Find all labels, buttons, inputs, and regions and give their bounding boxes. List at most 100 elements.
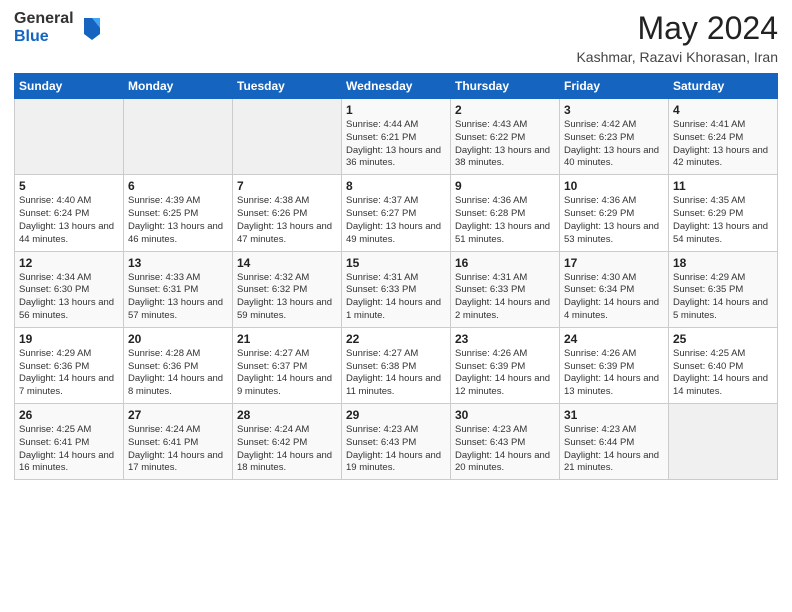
calendar-cell: 23 Sunrise: 4:26 AM Sunset: 6:39 PM Dayli… — [451, 327, 560, 403]
calendar-cell: 20 Sunrise: 4:28 AM Sunset: 6:36 PM Dayli… — [124, 327, 233, 403]
day-info: Sunrise: 4:31 AM Sunset: 6:33 PM Dayligh… — [346, 272, 446, 323]
day-info: Sunrise: 4:43 AM Sunset: 6:22 PM Dayligh… — [455, 119, 555, 170]
calendar-cell: 26Sunrise: 4:25 AM Sunset: 6:41 PM Dayli… — [15, 404, 124, 480]
day-number: 4 — [673, 103, 773, 117]
day-info: Sunrise: 4:44 AM Sunset: 6:21 PM Dayligh… — [346, 119, 446, 170]
day-number: 24 — [564, 332, 664, 346]
day-number: 21 — [237, 332, 337, 346]
day-info: Sunrise: 4:32 AM Sunset: 6:32 PM Dayligh… — [237, 272, 337, 323]
day-info: Sunrise: 4:35 AM Sunset: 6:29 PM Dayligh… — [673, 195, 773, 246]
day-number: 31 — [564, 408, 664, 422]
day-number: 27 — [128, 408, 228, 422]
logo-general: General — [14, 10, 74, 28]
day-info: Sunrise: 4:29 AM Sunset: 6:36 PM Dayligh… — [19, 348, 119, 399]
calendar-cell: 31 Sunrise: 4:23 AM Sunset: 6:44 PM Dayli… — [560, 404, 669, 480]
day-number: 15 — [346, 256, 446, 270]
calendar-cell: 5 Sunrise: 4:40 AM Sunset: 6:24 PM Daylig… — [15, 175, 124, 251]
calendar-cell: 14Sunrise: 4:32 AM Sunset: 6:32 PM Dayli… — [233, 251, 342, 327]
day-info: Sunrise: 4:28 AM Sunset: 6:36 PM Dayligh… — [128, 348, 228, 399]
calendar-cell: 25 Sunrise: 4:25 AM Sunset: 6:40 PM Dayli… — [669, 327, 778, 403]
day-number: 19 — [19, 332, 119, 346]
day-info: Sunrise: 4:31 AM Sunset: 6:33 PM Dayligh… — [455, 272, 555, 323]
day-header: Sunday — [15, 74, 124, 99]
day-number: 8 — [346, 179, 446, 193]
title-section: May 2024 Kashmar, Razavi Khorasan, Iran — [576, 10, 778, 65]
day-info: Sunrise: 4:25 AM Sunset: 6:41 PM Dayligh… — [19, 424, 119, 475]
day-number: 6 — [128, 179, 228, 193]
day-info: Sunrise: 4:41 AM Sunset: 6:24 PM Dayligh… — [673, 119, 773, 170]
day-number: 1 — [346, 103, 446, 117]
day-number: 10 — [564, 179, 664, 193]
day-info: Sunrise: 4:29 AM Sunset: 6:35 PM Dayligh… — [673, 272, 773, 323]
header: General Blue May 2024 Kashmar, Razavi Kh… — [14, 10, 778, 65]
day-info: Sunrise: 4:26 AM Sunset: 6:39 PM Dayligh… — [564, 348, 664, 399]
day-info: Sunrise: 4:23 AM Sunset: 6:43 PM Dayligh… — [455, 424, 555, 475]
calendar-cell: 3 Sunrise: 4:42 AM Sunset: 6:23 PM Daylig… — [560, 99, 669, 175]
calendar-cell: 16 Sunrise: 4:31 AM Sunset: 6:33 PM Dayli… — [451, 251, 560, 327]
calendar-cell: 9 Sunrise: 4:36 AM Sunset: 6:28 PM Daylig… — [451, 175, 560, 251]
day-info: Sunrise: 4:25 AM Sunset: 6:40 PM Dayligh… — [673, 348, 773, 399]
calendar-cell: 6 Sunrise: 4:39 AM Sunset: 6:25 PM Daylig… — [124, 175, 233, 251]
day-info: Sunrise: 4:26 AM Sunset: 6:39 PM Dayligh… — [455, 348, 555, 399]
day-info: Sunrise: 4:27 AM Sunset: 6:37 PM Dayligh… — [237, 348, 337, 399]
day-header: Saturday — [669, 74, 778, 99]
day-number: 5 — [19, 179, 119, 193]
logo-text: General Blue — [14, 10, 74, 45]
calendar-cell: 11 Sunrise: 4:35 AM Sunset: 6:29 PM Dayli… — [669, 175, 778, 251]
day-info: Sunrise: 4:38 AM Sunset: 6:26 PM Dayligh… — [237, 195, 337, 246]
calendar-cell: 19 Sunrise: 4:29 AM Sunset: 6:36 PM Dayli… — [15, 327, 124, 403]
calendar-cell: 17 Sunrise: 4:30 AM Sunset: 6:34 PM Dayli… — [560, 251, 669, 327]
calendar-cell: 4 Sunrise: 4:41 AM Sunset: 6:24 PM Daylig… — [669, 99, 778, 175]
day-header: Thursday — [451, 74, 560, 99]
day-header: Tuesday — [233, 74, 342, 99]
logo: General Blue — [14, 10, 104, 45]
logo-icon — [80, 14, 104, 42]
day-info: Sunrise: 4:30 AM Sunset: 6:34 PM Dayligh… — [564, 272, 664, 323]
calendar-cell: 12Sunrise: 4:34 AM Sunset: 6:30 PM Dayli… — [15, 251, 124, 327]
day-info: Sunrise: 4:34 AM Sunset: 6:30 PM Dayligh… — [19, 272, 119, 323]
day-header: Monday — [124, 74, 233, 99]
day-info: Sunrise: 4:24 AM Sunset: 6:42 PM Dayligh… — [237, 424, 337, 475]
day-number: 29 — [346, 408, 446, 422]
calendar-cell: 13 Sunrise: 4:33 AM Sunset: 6:31 PM Dayli… — [124, 251, 233, 327]
calendar-cell: 29 Sunrise: 4:23 AM Sunset: 6:43 PM Dayli… — [342, 404, 451, 480]
location: Kashmar, Razavi Khorasan, Iran — [576, 49, 778, 65]
day-header: Friday — [560, 74, 669, 99]
day-info: Sunrise: 4:33 AM Sunset: 6:31 PM Dayligh… — [128, 272, 228, 323]
day-number: 16 — [455, 256, 555, 270]
day-number: 22 — [346, 332, 446, 346]
day-info: Sunrise: 4:40 AM Sunset: 6:24 PM Dayligh… — [19, 195, 119, 246]
calendar-cell: 10 Sunrise: 4:36 AM Sunset: 6:29 PM Dayli… — [560, 175, 669, 251]
calendar-cell: 1 Sunrise: 4:44 AM Sunset: 6:21 PM Daylig… — [342, 99, 451, 175]
calendar-cell — [124, 99, 233, 175]
day-number: 13 — [128, 256, 228, 270]
calendar-cell — [233, 99, 342, 175]
day-info: Sunrise: 4:42 AM Sunset: 6:23 PM Dayligh… — [564, 119, 664, 170]
calendar-cell: 28Sunrise: 4:24 AM Sunset: 6:42 PM Dayli… — [233, 404, 342, 480]
day-info: Sunrise: 4:36 AM Sunset: 6:29 PM Dayligh… — [564, 195, 664, 246]
month-year: May 2024 — [576, 10, 778, 47]
day-info: Sunrise: 4:37 AM Sunset: 6:27 PM Dayligh… — [346, 195, 446, 246]
day-number: 2 — [455, 103, 555, 117]
day-info: Sunrise: 4:23 AM Sunset: 6:43 PM Dayligh… — [346, 424, 446, 475]
day-info: Sunrise: 4:23 AM Sunset: 6:44 PM Dayligh… — [564, 424, 664, 475]
day-number: 20 — [128, 332, 228, 346]
day-number: 9 — [455, 179, 555, 193]
day-number: 11 — [673, 179, 773, 193]
day-number: 7 — [237, 179, 337, 193]
day-number: 23 — [455, 332, 555, 346]
day-number: 18 — [673, 256, 773, 270]
page: General Blue May 2024 Kashmar, Razavi Kh… — [0, 0, 792, 612]
day-info: Sunrise: 4:39 AM Sunset: 6:25 PM Dayligh… — [128, 195, 228, 246]
calendar-cell: 27 Sunrise: 4:24 AM Sunset: 6:41 PM Dayli… — [124, 404, 233, 480]
day-info: Sunrise: 4:36 AM Sunset: 6:28 PM Dayligh… — [455, 195, 555, 246]
day-info: Sunrise: 4:24 AM Sunset: 6:41 PM Dayligh… — [128, 424, 228, 475]
day-number: 30 — [455, 408, 555, 422]
day-number: 3 — [564, 103, 664, 117]
day-info: Sunrise: 4:27 AM Sunset: 6:38 PM Dayligh… — [346, 348, 446, 399]
logo-blue: Blue — [14, 28, 74, 46]
day-header: Wednesday — [342, 74, 451, 99]
day-number: 17 — [564, 256, 664, 270]
calendar-cell — [669, 404, 778, 480]
day-number: 25 — [673, 332, 773, 346]
